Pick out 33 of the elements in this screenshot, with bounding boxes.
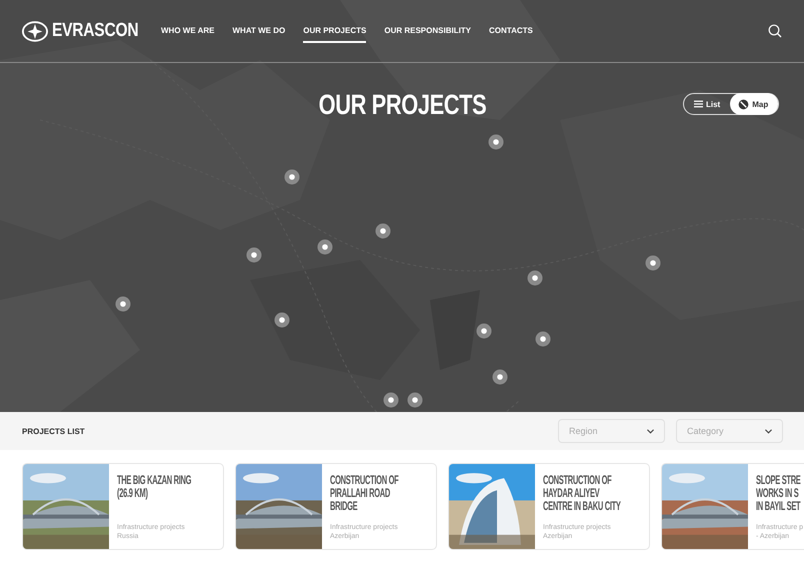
map-pin[interactable] [492,369,508,385]
logo-icon[interactable] [22,20,48,42]
logo-text[interactable]: EVRASCON [52,20,138,42]
map-pin[interactable] [407,392,423,408]
map-pin[interactable] [115,296,131,312]
nav-link[interactable]: CONTACTS [489,20,533,42]
view-toggle-button[interactable]: Map [730,93,778,115]
map-pin[interactable] [317,239,333,255]
map-pin[interactable] [375,223,391,239]
map-pin[interactable] [645,255,661,271]
nav-link[interactable]: OUR RESPONSIBILITY [384,20,472,42]
chevron-icon [647,428,654,434]
section-title: PROJECTS LIST [22,426,85,436]
map-pin[interactable] [246,247,262,263]
map-pin[interactable] [535,331,551,347]
map-pin[interactable] [284,169,300,185]
map-pin[interactable] [476,323,492,339]
map-pin[interactable] [383,392,399,408]
nav-link[interactable]: WHO WE ARE [161,20,214,42]
nav-link[interactable]: WHAT WE DO [232,20,286,42]
map-pin[interactable] [527,270,543,286]
project-title[interactable]: THE BIG KAZAN RING (26.9 KM) [117,474,207,500]
project-title[interactable]: CONSTRUCTION OF PIRALLAHI ROAD BRIDGE [330,474,420,513]
nav-link[interactable]: OUR PROJECTS [303,20,366,42]
search-icon[interactable] [768,24,782,38]
map-pin[interactable] [488,134,504,150]
list-icon [694,100,703,108]
project-title[interactable]: SLOPE STRE WORKS IN S IN BAYIL SET [756,474,804,513]
view-toggle-button[interactable]: List [684,93,730,115]
map-pin[interactable] [274,312,290,328]
chevron-icon [765,428,772,434]
project-title[interactable]: CONSTRUCTION OF HAYDAR ALIYEV CENTRE IN BAKU CITY [543,474,633,513]
page-title: OUR PROJECTS [318,89,486,121]
